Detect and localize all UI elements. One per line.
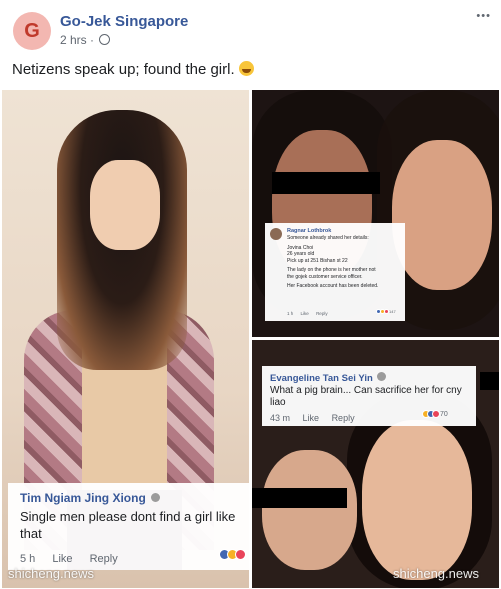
reply-link[interactable]: Reply (90, 553, 118, 565)
like-link[interactable]: Like (303, 413, 320, 423)
page-avatar[interactable]: G (13, 12, 51, 50)
photo-face-b (392, 140, 492, 290)
photo-face-a (262, 450, 357, 570)
comment-text: What a pig brain... Can sacrifice her fo… (270, 385, 462, 408)
love-reaction-icon (235, 549, 246, 560)
comment-actions: 1 h Like Reply (287, 311, 334, 316)
comment-time[interactable]: 1 h (287, 311, 293, 316)
reply-link[interactable]: Reply (316, 311, 328, 316)
post-header: G Go-Jek Singapore 2 hrs · • • • (0, 0, 501, 58)
comment-text: Single men please dont find a girl like … (20, 509, 236, 541)
commenter-name-text[interactable]: Evangeline Tan Sei Yin (270, 373, 373, 384)
badge-icon (377, 372, 387, 381)
page-name-link[interactable]: Go-Jek Singapore (60, 13, 188, 30)
like-link[interactable]: Like (52, 553, 72, 565)
comment-actions: 43 m Like Reply (270, 413, 365, 423)
commenter-name[interactable]: Ragnar Lothbrok (287, 228, 331, 234)
watermark: shicheng.news (393, 566, 479, 581)
like-link[interactable]: Like (301, 311, 309, 316)
reaction-count: 70 (440, 410, 448, 418)
more-options-icon[interactable]: • • • (476, 10, 490, 22)
globe-icon (99, 34, 111, 45)
comment-card: Evangeline Tan Sei Yin What a pig brain.… (262, 366, 476, 426)
reply-link[interactable]: Reply (332, 413, 355, 423)
comment-time[interactable]: 5 h (20, 553, 35, 565)
censor-bar (480, 372, 499, 390)
caption-text: Netizens speak up; found the girl. (12, 61, 235, 78)
commenter-name-text[interactable]: Tim Ngiam Jing Xiong (20, 491, 146, 505)
reaction-summary[interactable]: 70 (422, 410, 448, 418)
meta-separator: · (90, 33, 95, 47)
commenter-avatar[interactable] (270, 228, 282, 240)
reaction-summary[interactable] (219, 549, 246, 560)
comment-card: Tim Ngiam Jing Xiong Single men please d… (8, 483, 249, 570)
post-meta: 2 hrs · (60, 33, 111, 47)
photo-face (90, 160, 160, 250)
watermark: shicheng.news (8, 566, 94, 581)
love-reaction-icon (432, 410, 440, 418)
comment-actions: 5 h Like Reply (20, 553, 132, 565)
commenter-name[interactable]: Tim Ngiam Jing Xiong (20, 491, 161, 505)
comment-line: Her Facebook account has been deleted. (287, 283, 379, 289)
censor-bar (272, 172, 380, 194)
reaction-summary[interactable]: 147 (376, 309, 396, 314)
grinning-emoji-icon (238, 61, 254, 76)
reaction-count: 147 (389, 309, 396, 314)
photo-face-b (362, 420, 472, 580)
comment-card: Ragnar Lothbrok Someone already shared h… (265, 223, 405, 321)
comment-text: Someone already shared her details: Jovi… (287, 235, 399, 290)
post-time[interactable]: 2 hrs (60, 33, 87, 47)
badge-icon (151, 493, 161, 502)
post-caption: Netizens speak up; found the girl. (12, 61, 254, 78)
censor-bar (252, 488, 347, 508)
comment-time[interactable]: 43 m (270, 413, 290, 423)
commenter-name[interactable]: Evangeline Tan Sei Yin (270, 372, 387, 384)
